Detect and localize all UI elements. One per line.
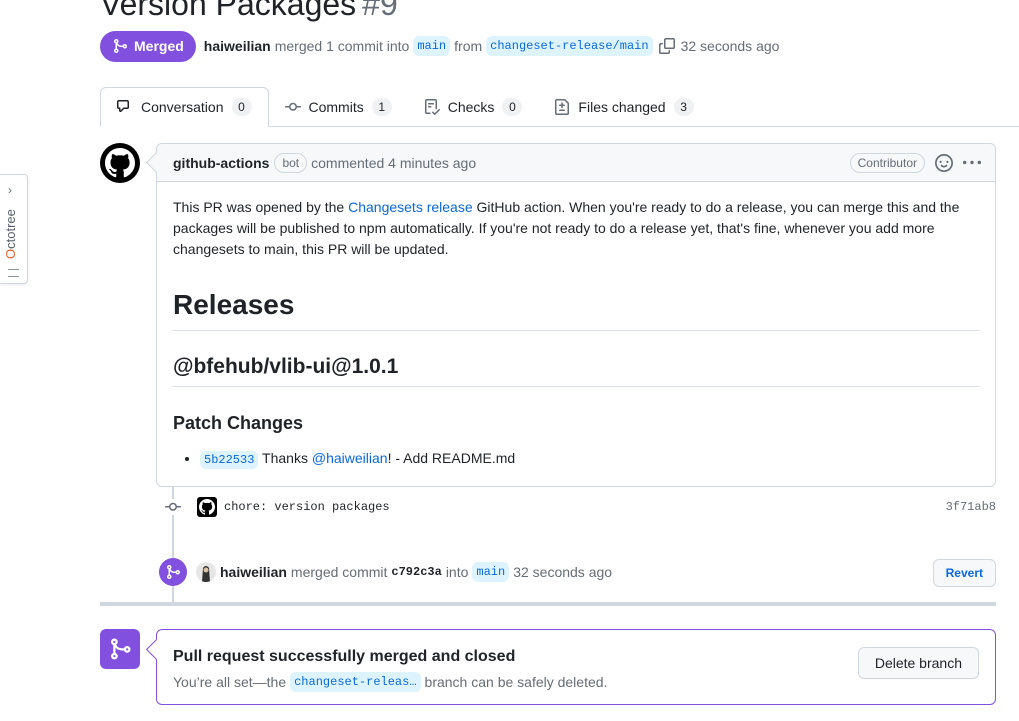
merge-summary-text: merged 1 commit into	[274, 38, 410, 54]
merged-status-icon-box	[100, 629, 140, 669]
changes-list: 5b22533 Thanks @haiweilian! - Add README…	[173, 448, 979, 471]
bot-badge: bot	[274, 152, 308, 173]
tab-conversation-label: Conversation	[141, 99, 224, 115]
comment-author-link[interactable]: github-actions	[173, 155, 269, 171]
merge-author-link[interactable]: haiweilian	[220, 564, 287, 580]
pr-title-text: Version Packages	[100, 0, 357, 22]
contributor-badge: Contributor	[849, 153, 925, 173]
merge-time: 32 seconds ago	[680, 38, 780, 54]
tab-checks-label: Checks	[447, 99, 495, 115]
tab-commits-count: 1	[371, 98, 392, 116]
checklist-icon	[424, 99, 440, 115]
tab-commits[interactable]: Commits 1	[269, 87, 408, 127]
merge-commit-sha-link[interactable]: c792c3a	[391, 565, 441, 579]
comment-discussion-icon	[117, 100, 129, 112]
commit-sha-link[interactable]: 3f71ab8	[946, 500, 996, 514]
from-text: from	[454, 38, 483, 54]
github-mark-icon	[105, 148, 135, 178]
kebab-horizontal-icon[interactable]	[963, 154, 981, 172]
patch-changes-heading: Patch Changes	[173, 413, 304, 433]
releases-heading: Releases	[173, 287, 979, 331]
github-actions-avatar[interactable]	[100, 143, 140, 183]
smiley-icon[interactable]	[935, 154, 953, 172]
tab-conversation[interactable]: Conversation 0	[100, 87, 269, 127]
list-item: 5b22533 Thanks @haiweilian! - Add README…	[200, 448, 979, 471]
avatar[interactable]	[196, 562, 216, 582]
delete-branch-button[interactable]: Delete branch	[857, 647, 979, 679]
comment-action-text: commented 4 minutes ago	[311, 154, 477, 171]
pr-description-comment: github-actions bot commented 4 minutes a…	[156, 143, 996, 487]
change-sha-link[interactable]: 5b22533	[200, 451, 259, 469]
git-merge-icon	[114, 39, 128, 53]
octotree-label: Octotree	[3, 209, 18, 259]
pr-number: #9	[362, 0, 398, 22]
changesets-release-link[interactable]: Changesets release	[348, 199, 473, 215]
timeline-divider	[100, 602, 996, 606]
git-merge-icon	[167, 565, 181, 579]
head-branch[interactable]: changeset-release/main	[486, 36, 653, 56]
pr-title: Version Packages #9	[100, 0, 398, 24]
git-merge-icon	[111, 638, 131, 660]
tab-files-changed-count: 3	[673, 98, 694, 116]
merged-status-box: Pull request successfully merged and clo…	[156, 629, 996, 705]
merge-event: haiweilian merged commit c792c3a into ma…	[159, 556, 996, 588]
merged-status-title: Pull request successfully merged and clo…	[173, 648, 516, 665]
merge-event-text: haiweilian merged commit c792c3a into ma…	[220, 562, 613, 582]
deleted-branch-name[interactable]: changeset-releas…	[290, 672, 421, 692]
user-avatar-icon	[202, 566, 210, 582]
merge-summary: haiweilian merged 1 commit into main fro…	[204, 36, 780, 56]
file-diff-icon	[555, 99, 570, 115]
git-commit-icon	[165, 499, 181, 515]
comment-body: This PR was opened by the Changesets rel…	[157, 182, 995, 487]
commit-row: chore: version packages 3f71ab8	[165, 495, 996, 519]
commit-message-link[interactable]: chore: version packages	[224, 500, 390, 514]
grip-icon[interactable]	[8, 269, 19, 277]
merge-event-badge	[159, 558, 187, 586]
revert-button[interactable]: Revert	[932, 559, 996, 587]
merge-target-branch[interactable]: main	[472, 562, 510, 582]
comment-intro: This PR was opened by the Changesets rel…	[173, 199, 960, 257]
tab-commits-label: Commits	[308, 99, 364, 115]
base-branch[interactable]: main	[413, 36, 451, 56]
github-mark-icon	[199, 499, 215, 515]
user-mention-link[interactable]: @haiweilian	[312, 450, 388, 466]
merged-state-label: Merged	[134, 38, 184, 54]
tab-conversation-count: 0	[231, 98, 252, 116]
chevron-right-icon: ›	[8, 183, 12, 197]
comment-header: github-actions bot commented 4 minutes a…	[157, 144, 995, 182]
package-heading: @bfehub/vlib-ui@1.0.1	[173, 353, 979, 387]
git-commit-icon	[284, 102, 301, 111]
copy-icon[interactable]	[658, 38, 675, 54]
merged-state-badge: Merged	[100, 30, 196, 62]
pr-author-link[interactable]: haiweilian	[204, 38, 271, 54]
tab-checks[interactable]: Checks 0	[408, 87, 539, 127]
tab-files-changed[interactable]: Files changed 3	[538, 87, 709, 127]
tab-checks-count: 0	[502, 98, 523, 116]
tab-files-changed-label: Files changed	[578, 99, 666, 115]
octotree-toggle[interactable]: › Octotree	[0, 174, 28, 284]
pr-tabs: Conversation 0 Commits 1 Checks 0 Files …	[100, 87, 1019, 127]
pr-meta: Merged haiweilian merged 1 commit into m…	[100, 30, 779, 62]
merged-status-subtitle: You’re all set—the changeset-releas… bra…	[173, 672, 608, 692]
merge-event-time: 32 seconds ago	[513, 564, 613, 580]
commit-author-avatar[interactable]	[197, 497, 217, 517]
